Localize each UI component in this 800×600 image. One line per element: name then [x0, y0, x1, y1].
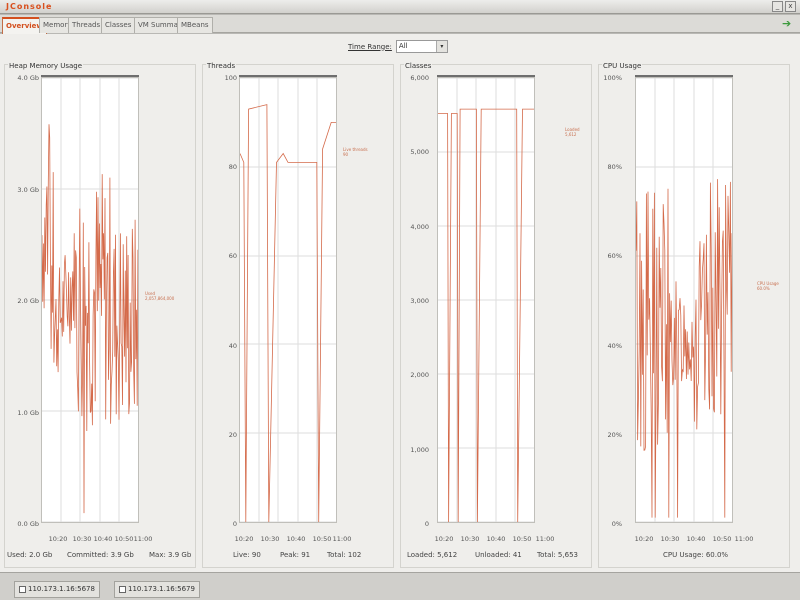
threads-panel: Threads 100 80 60 40 20 0 10:20 10:30 10…: [202, 62, 394, 568]
heap-footer-committed: Committed: 3.9 Gb: [67, 551, 134, 559]
classes-ytick-3: 3,000: [410, 297, 429, 305]
p-heap-trace-svg: [42, 78, 138, 522]
classes-panel-title: Classes: [404, 62, 433, 70]
heap-footer-used: Used: 2.0 Gb: [7, 551, 53, 559]
taskbar-connection-2[interactable]: 110.173.1.16:5679: [114, 581, 200, 598]
tab-classes[interactable]: Classes: [101, 17, 136, 33]
time-range-label: Time Range:: [348, 42, 392, 51]
cpu-legend-value: 60.0%: [757, 286, 770, 291]
classes-xtick-4: 11:00: [535, 535, 555, 543]
p-classes-trace-svg: [438, 78, 534, 522]
time-range-select[interactable]: All ▾: [395, 40, 448, 53]
heap-ytick-0: 4.0 Gb: [17, 74, 39, 82]
tab-threads[interactable]: Threads: [68, 17, 105, 33]
taskbar-connection-1[interactable]: 110.173.1.16:5678: [14, 581, 100, 598]
p-classes-trace: [438, 108, 534, 522]
window-controls: _ x: [772, 1, 796, 12]
cpu-ytick-2: 60%: [607, 252, 622, 260]
cpu-panel-title: CPU Usage: [602, 62, 643, 70]
classes-ytick-1: 5,000: [410, 148, 429, 156]
threads-panel-title: Threads: [206, 62, 237, 70]
threads-footer-peak: Peak: 91: [280, 551, 311, 559]
window-title: JConsole: [6, 2, 53, 11]
classes-footer-unloaded: Unloaded: 41: [475, 551, 522, 559]
heap-footer-max: Max: 3.9 Gb: [149, 551, 192, 559]
p-cpu-trace: [636, 179, 732, 518]
p-heap-trace: [42, 124, 138, 514]
threads-legend-value: 90: [343, 152, 349, 157]
heap-legend: Used 2,057,864,000: [145, 291, 174, 301]
threads-footer-total: Total: 102: [327, 551, 362, 559]
p-cpu-trace-svg: [636, 78, 732, 522]
classes-footer-loaded: Loaded: 5,612: [407, 551, 458, 559]
threads-ytick-3: 40: [228, 342, 237, 350]
classes-legend: Loaded 5,612: [565, 127, 580, 137]
cpu-usage-panel: CPU Usage 100% 80% 60% 40% 20% 0% 10:20 …: [598, 62, 790, 568]
close-button[interactable]: x: [785, 1, 796, 12]
threads-legend: Live threads 90: [343, 147, 368, 157]
taskbar: 110.173.1.16:5678 110.173.1.16:5679: [0, 572, 800, 600]
heap-plot-area: [41, 77, 139, 523]
classes-ytick-0: 6,000: [410, 74, 429, 82]
classes-panel: Classes 6,000 5,000 4,000 3,000 2,000 1,…: [400, 62, 592, 568]
heap-ytick-3: 1.0 Gb: [17, 409, 39, 417]
classes-footer-total: Total: 5,653: [537, 551, 578, 559]
p-threads-trace-svg: [240, 78, 336, 522]
window-icon: [19, 586, 26, 593]
cpu-ytick-3: 40%: [607, 342, 622, 350]
chevron-down-icon[interactable]: ▾: [435, 41, 447, 52]
heap-xtick-4: 11:00: [133, 535, 153, 543]
tab-bar: Overview Memory Threads Classes VM Summa…: [0, 15, 800, 34]
window-icon: [119, 586, 126, 593]
classes-plot-area: [437, 77, 535, 523]
cpu-xtick-4: 11:00: [734, 535, 754, 543]
threads-ytick-1: 80: [228, 163, 237, 171]
detach-icon[interactable]: ➔: [782, 18, 794, 30]
heap-memory-panel: Heap Memory Usage 4.0 Gb 3.0 Gb 2.0 Gb 1…: [4, 62, 196, 568]
threads-ytick-2: 60: [228, 252, 237, 260]
heap-legend-value: 2,057,864,000: [145, 296, 175, 301]
classes-ytick-2: 4,000: [410, 223, 429, 231]
classes-ytick-6: 0: [424, 520, 429, 528]
heap-ytick-4: 0.0 Gb: [17, 520, 39, 528]
threads-ytick-0: 100: [224, 74, 237, 82]
taskbar-connection-2-label: 110.173.1.16:5679: [128, 585, 195, 593]
classes-ytick-5: 1,000: [410, 446, 429, 454]
heap-ytick-2: 2.0 Gb: [17, 297, 39, 305]
window-titlebar: JConsole _ x: [0, 0, 800, 14]
classes-ytick-4: 2,000: [410, 371, 429, 379]
classes-legend-value: 5,612: [565, 132, 577, 137]
cpu-legend: CPU Usage 60.0%: [757, 281, 779, 291]
overview-content: Time Range: All ▾ Heap Memory Usage 4.0 …: [0, 34, 800, 572]
cpu-ytick-1: 80%: [607, 163, 622, 171]
threads-footer-live: Live: 90: [233, 551, 261, 559]
cpu-ytick-5: 0%: [611, 520, 622, 528]
threads-ytick-4: 20: [228, 431, 237, 439]
time-range-value: All: [398, 42, 408, 50]
threads-xtick-4: 11:00: [332, 535, 352, 543]
minimize-button[interactable]: _: [772, 1, 783, 12]
tab-mbeans[interactable]: MBeans: [177, 17, 213, 33]
cpu-ytick-0: 100%: [603, 74, 622, 82]
taskbar-connection-1-label: 110.173.1.16:5678: [28, 585, 95, 593]
threads-ytick-5: 0: [232, 520, 237, 528]
heap-panel-title: Heap Memory Usage: [8, 62, 84, 70]
heap-ytick-1: 3.0 Gb: [17, 186, 39, 194]
time-range: Time Range: All ▾: [348, 40, 448, 53]
threads-plot-area: [239, 77, 337, 523]
cpu-ytick-4: 20%: [607, 431, 622, 439]
cpu-plot-area: [635, 77, 733, 523]
cpu-footer-usage: CPU Usage: 60.0%: [663, 551, 729, 559]
